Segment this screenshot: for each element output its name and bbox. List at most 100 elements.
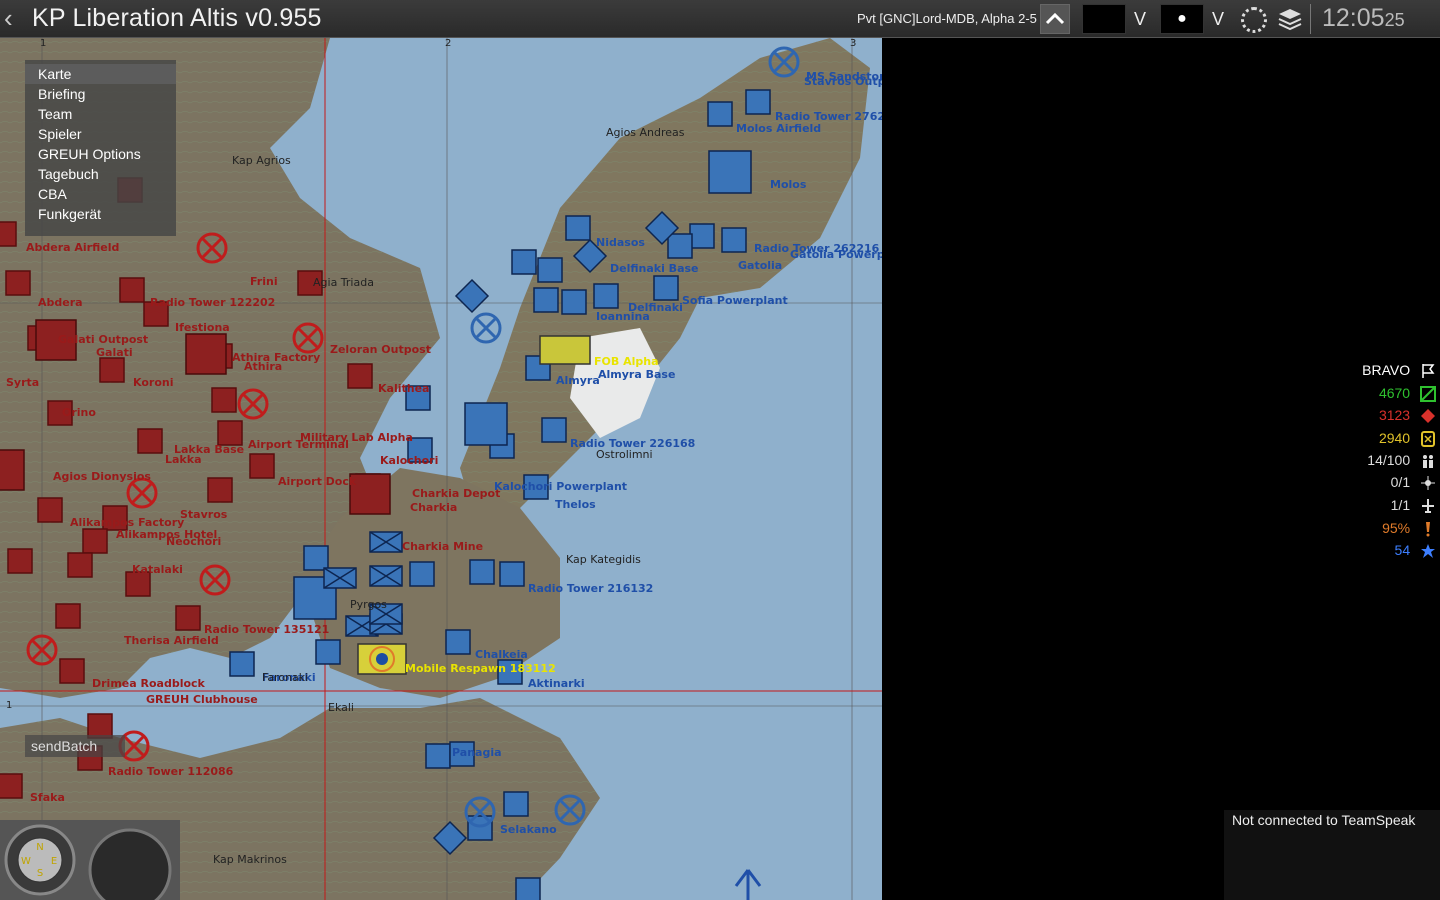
- friendly-sector-icon: [229, 651, 255, 677]
- map-label-red: Charkia Depot: [412, 487, 501, 500]
- map-label-red: Charkia Mine: [402, 540, 484, 553]
- map-label-dark: Pyrgos: [350, 598, 387, 611]
- svg-text:S: S: [37, 868, 43, 879]
- map-label-dark: Agia Triada: [313, 276, 374, 289]
- svg-text:N: N: [36, 842, 43, 853]
- map-label-dark: Agios Andreas: [606, 126, 685, 139]
- arrow-up-icon: [734, 869, 762, 900]
- map-label-red: Zeloran Outpost: [330, 343, 431, 356]
- friendly-unit-icon: [432, 820, 468, 856]
- menu-item-funkgeraet[interactable]: Funkgerät: [25, 204, 176, 224]
- chevron-down-icon[interactable]: V: [1206, 4, 1230, 34]
- map-label-blue: Sofia Powerplant: [682, 294, 788, 307]
- map-label-dark: Kap Kategidis: [566, 553, 641, 566]
- map-label-blue: Panagia: [452, 746, 502, 759]
- menu-item-spieler[interactable]: Spieler: [25, 124, 176, 144]
- map-label-blue: Radio Tower 216132: [528, 582, 654, 595]
- ammo-icon: [1421, 409, 1435, 424]
- map-label-dark: Ekali: [328, 701, 354, 714]
- enemy-base-icon: [0, 449, 25, 491]
- civilian-reputation: 54: [1296, 540, 1436, 560]
- friendly-sector-icon: [653, 275, 679, 301]
- friendly-sector-icon: [409, 561, 435, 587]
- map-label-blue: Delfinaki Base: [610, 262, 699, 275]
- map-label-red: Frini: [250, 275, 278, 288]
- enemy-sector-icon: [59, 658, 85, 684]
- enemy-objective-cross-icon: [241, 392, 265, 416]
- fob-alpha-icon: [539, 335, 591, 365]
- collapse-up-button[interactable]: [1040, 4, 1070, 34]
- friendly-sector-icon: [541, 417, 567, 443]
- enemy-sector-icon: [217, 420, 243, 446]
- map-label-red: Radio Tower 122202: [150, 296, 276, 309]
- enemy-sector-icon: [5, 270, 31, 296]
- friendly-sector-icon: [537, 257, 563, 283]
- svg-text:W: W: [21, 856, 31, 867]
- map-label-blue: Molos: [770, 178, 807, 191]
- friendly-sector-icon: [593, 283, 619, 309]
- friendly-sector-icon: [503, 791, 529, 817]
- map-label-red: Agios Dionysios: [53, 470, 151, 483]
- layers-icon[interactable]: [1277, 7, 1303, 31]
- teamspeak-status: Not connected to TeamSpeak: [1224, 810, 1440, 900]
- divider: [1310, 4, 1311, 34]
- map-label-blue: Almyra: [556, 374, 600, 387]
- map-label-red: Orino: [62, 406, 96, 419]
- chevron-down-icon[interactable]: V: [1128, 4, 1152, 34]
- enemy-sector-icon: [82, 528, 108, 554]
- supply-crate-icon: [1420, 386, 1436, 403]
- window-title: KP Liberation Altis v0.955: [32, 4, 322, 32]
- map-label-red: Drimea Roadblock: [92, 677, 205, 690]
- friendly-objective-cross-icon: [474, 316, 498, 340]
- map-label-red: Neochori: [166, 535, 222, 548]
- alert-icon: [1426, 522, 1430, 537]
- menu-item-greuh-options[interactable]: GREUH Options: [25, 144, 176, 164]
- map-label-red: Ifestiona: [175, 321, 230, 334]
- map-label-red: Stavros: [180, 508, 228, 521]
- map-label-red: Galati: [96, 346, 133, 359]
- friendly-sector-icon: [721, 227, 747, 253]
- back-chevron-icon[interactable]: ‹: [4, 5, 20, 32]
- gps-ring-icon[interactable]: [1241, 7, 1267, 33]
- enemy-sector-icon: [211, 387, 237, 413]
- marker-color-select[interactable]: [1082, 4, 1126, 34]
- friendly-sector-icon: [689, 223, 715, 249]
- map-label-blue: Gatolia: [738, 259, 783, 272]
- map-label-red: Koroni: [133, 376, 174, 389]
- enemy-sector-icon: [249, 453, 275, 479]
- friendly-sector-icon: [425, 743, 451, 769]
- menu-item-tagebuch[interactable]: Tagebuch: [25, 164, 176, 184]
- enemy-sector-icon: [37, 497, 63, 523]
- send-batch-button[interactable]: sendBatch: [25, 735, 125, 757]
- map-label-blue: Gatolia Powerplant: [790, 248, 882, 261]
- map-label-blue: Selakano: [500, 823, 557, 836]
- menu-item-karte[interactable]: Karte: [25, 64, 176, 84]
- map-label-dark: Faronaki: [262, 671, 309, 684]
- friendly-sector-icon: [565, 215, 591, 241]
- map-label-blue: Thelos: [555, 498, 596, 511]
- menu-item-team[interactable]: Team: [25, 104, 176, 124]
- compass-icon: N W E S: [0, 820, 180, 900]
- friendly-objective-cross-icon: [558, 798, 582, 822]
- menu-item-briefing[interactable]: Briefing: [25, 84, 176, 104]
- map-label-red: Charkia: [410, 501, 458, 514]
- map-label-blue: Aktinarki: [528, 677, 585, 690]
- enemy-sector-icon: [0, 773, 23, 799]
- friendly-sector-icon: [533, 287, 559, 313]
- friendly-base-icon: [708, 150, 752, 194]
- dot-marker-icon: ●: [1177, 10, 1187, 27]
- friendly-sector-icon: [511, 249, 537, 275]
- sector-indicator: BRAVO: [1296, 360, 1436, 380]
- enemy-objective-cross-icon: [130, 481, 154, 505]
- enemy-objective-cross-icon: [30, 638, 54, 662]
- map-label-yellow: FOB Alpha: [594, 355, 659, 368]
- enemy-objective-cross-icon: [203, 568, 227, 592]
- supply-resource: 4670: [1296, 383, 1436, 403]
- menu-item-cba[interactable]: CBA: [25, 184, 176, 204]
- enemy-sector-icon: [55, 603, 81, 629]
- grid-label-left: 1: [6, 700, 13, 711]
- friendly-sector-icon: [667, 233, 693, 259]
- friendly-sector-icon: [469, 559, 495, 585]
- friendly-sector-icon: [303, 545, 329, 571]
- ai-limit: 0/1: [1296, 472, 1436, 492]
